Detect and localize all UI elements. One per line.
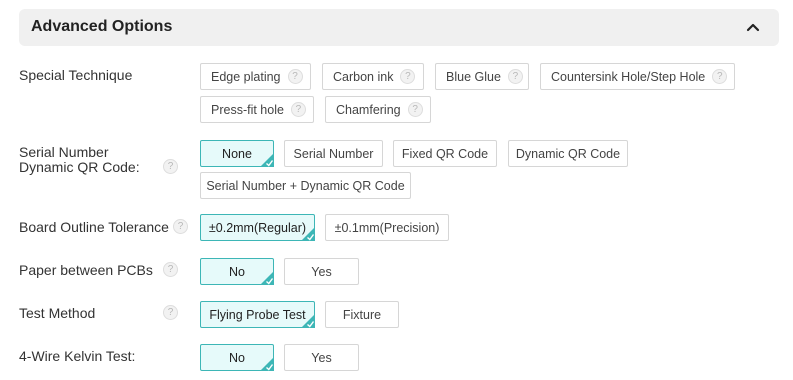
- test-method-label: Test Method: [19, 305, 96, 321]
- option-kelvin-yes[interactable]: Yes: [284, 344, 359, 371]
- option-label: Edge plating: [211, 69, 281, 84]
- special-technique-label: Special Technique: [19, 67, 133, 83]
- option-fixture[interactable]: Fixture: [325, 301, 399, 328]
- option-label: No: [229, 350, 245, 365]
- help-icon[interactable]: ?: [163, 159, 178, 174]
- help-icon[interactable]: ?: [507, 69, 523, 84]
- option-serial-number-dynamic-qr[interactable]: Serial Number + Dynamic QR Code: [200, 172, 411, 199]
- option-label: None: [222, 146, 252, 161]
- option-kelvin-no[interactable]: No: [200, 344, 274, 371]
- option-tolerance-regular[interactable]: ±0.2mm(Regular): [200, 214, 315, 241]
- option-flying-probe-test[interactable]: Flying Probe Test: [200, 301, 315, 328]
- option-dynamic-qr-code[interactable]: Dynamic QR Code: [508, 140, 628, 167]
- help-icon[interactable]: ?: [712, 69, 728, 84]
- option-label: Blue Glue: [446, 69, 501, 84]
- option-label: Yes: [311, 350, 332, 365]
- option-label: Press-fit hole: [211, 102, 284, 117]
- option-serial-number[interactable]: Serial Number: [284, 140, 383, 167]
- check-corner-icon: [301, 314, 315, 328]
- option-paper-yes[interactable]: Yes: [284, 258, 359, 285]
- option-label: Serial Number + Dynamic QR Code: [206, 178, 405, 193]
- option-fixed-qr-code[interactable]: Fixed QR Code: [393, 140, 497, 167]
- paper-between-pcbs-label: Paper between PCBs: [19, 262, 153, 278]
- option-carbon-ink[interactable]: Carbon ink ?: [322, 63, 424, 90]
- option-label: Yes: [311, 264, 332, 279]
- kelvin-test-label: 4-Wire Kelvin Test:: [19, 348, 136, 364]
- option-tolerance-precision[interactable]: ±0.1mm(Precision): [325, 214, 449, 241]
- option-label: Countersink Hole/Step Hole: [551, 69, 706, 84]
- option-label: Serial Number: [293, 146, 374, 161]
- option-label: Fixed QR Code: [401, 146, 489, 161]
- option-label: Fixture: [342, 307, 382, 322]
- help-icon[interactable]: ?: [407, 102, 423, 117]
- option-label: No: [229, 264, 245, 279]
- option-none[interactable]: None: [200, 140, 274, 167]
- check-corner-icon: [260, 271, 274, 285]
- option-paper-no[interactable]: No: [200, 258, 274, 285]
- check-corner-icon: [260, 357, 274, 371]
- help-icon[interactable]: ?: [287, 69, 303, 84]
- option-label: Carbon ink: [333, 69, 394, 84]
- option-label: Chamfering: [336, 102, 401, 117]
- section-title: Advanced Options: [31, 18, 173, 35]
- help-icon[interactable]: ?: [163, 305, 178, 320]
- option-label: Flying Probe Test: [209, 307, 306, 322]
- help-icon[interactable]: ?: [400, 69, 416, 84]
- option-label: ±0.1mm(Precision): [334, 220, 440, 235]
- option-countersink-hole[interactable]: Countersink Hole/Step Hole ?: [540, 63, 735, 90]
- chevron-up-icon[interactable]: [745, 19, 761, 35]
- option-edge-plating[interactable]: Edge plating ?: [200, 63, 311, 90]
- help-icon[interactable]: ?: [290, 102, 306, 117]
- help-icon[interactable]: ?: [173, 219, 188, 234]
- option-label: Dynamic QR Code: [515, 146, 621, 161]
- dynamic-qr-code-label: Dynamic QR Code:: [19, 159, 140, 175]
- option-label: ±0.2mm(Regular): [208, 220, 307, 235]
- check-corner-icon: [301, 227, 315, 241]
- check-corner-icon: [260, 153, 274, 167]
- board-outline-tolerance-label: Board Outline Tolerance: [19, 219, 169, 235]
- advanced-options-header[interactable]: Advanced Options: [19, 9, 779, 46]
- option-press-fit-hole[interactable]: Press-fit hole ?: [200, 96, 314, 123]
- serial-number-label: Serial Number: [19, 144, 109, 160]
- option-blue-glue[interactable]: Blue Glue ?: [435, 63, 529, 90]
- help-icon[interactable]: ?: [163, 262, 178, 277]
- option-chamfering[interactable]: Chamfering ?: [325, 96, 431, 123]
